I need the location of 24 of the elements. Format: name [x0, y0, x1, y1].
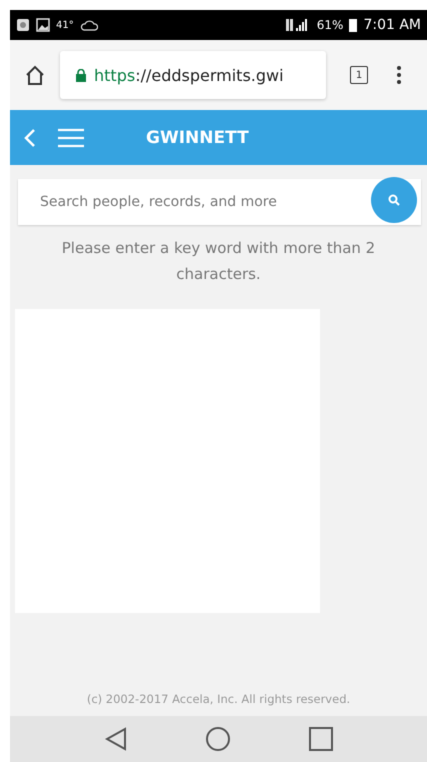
image-icon	[36, 18, 50, 32]
home-icon[interactable]	[204, 726, 230, 752]
temperature: 41°	[56, 20, 74, 30]
header-title: GWINNETT	[146, 128, 249, 148]
notification-icon	[16, 18, 30, 32]
clock-time: 7:01 AM	[363, 17, 421, 33]
battery-percent: 61%	[316, 18, 344, 32]
tab-count[interactable]: 1	[350, 66, 368, 84]
search-input[interactable]: Search people, records, and more	[38, 193, 371, 211]
search-button[interactable]	[371, 177, 417, 223]
back-icon[interactable]	[104, 727, 126, 751]
lock-icon	[76, 68, 86, 82]
search-icon	[388, 194, 400, 206]
more-menu-icon[interactable]	[396, 65, 402, 85]
recents-icon[interactable]	[308, 727, 332, 751]
home-icon[interactable]	[24, 64, 46, 86]
search-field[interactable]: Search people, records, and more	[18, 179, 421, 225]
menu-icon[interactable]	[58, 128, 84, 148]
validation-message: Please enter a key word with more than 2 characters.	[60, 238, 376, 285]
url-text: https://eddspermits.gwi	[94, 66, 284, 84]
address-bar[interactable]: https://eddspermits.gwi	[60, 51, 326, 99]
cloud-icon	[80, 19, 98, 31]
battery-icon	[349, 18, 358, 32]
copyright-text: (c) 2002-2017 Accela, Inc. All rights reserved.	[86, 692, 352, 708]
